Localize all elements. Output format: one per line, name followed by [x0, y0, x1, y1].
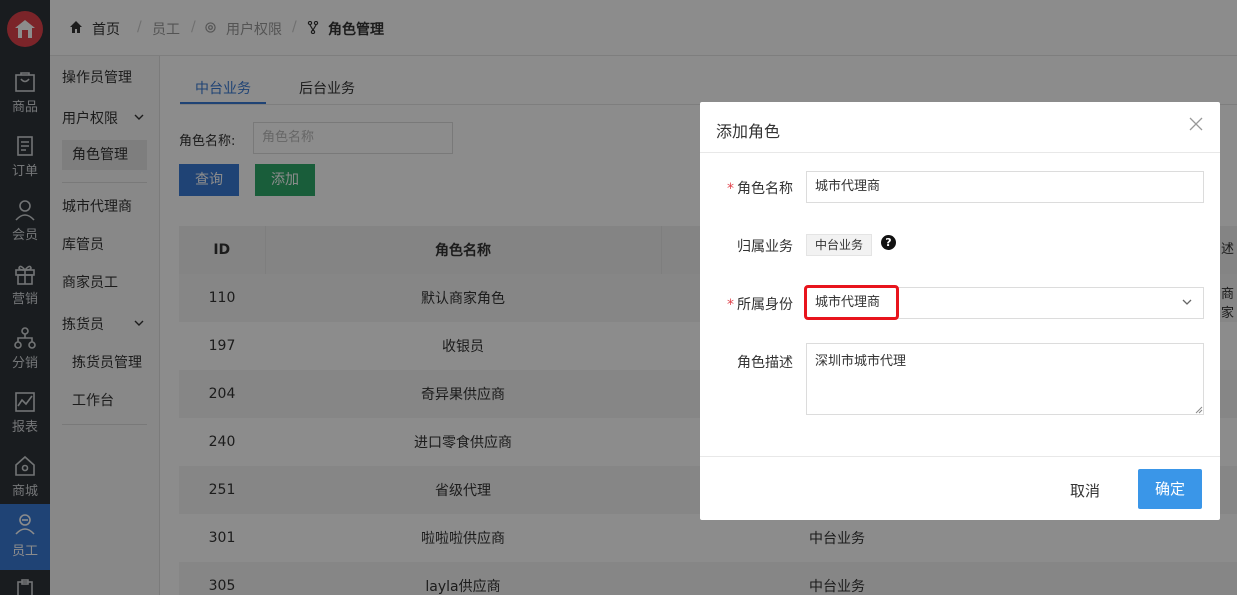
- business-tag: 中台业务: [806, 234, 873, 256]
- description-label: 角色描述: [737, 355, 793, 371]
- add-role-dialog: 添加角色 * 角色名称 城市代理商 归属业务 中台业务 ? * 所属身份 城市代理商…: [700, 102, 1220, 520]
- help-icon[interactable]: ?: [881, 235, 896, 250]
- description-textarea[interactable]: 深圳市城市代理: [806, 343, 1204, 415]
- role-name-input[interactable]: 城市代理商: [806, 171, 1204, 203]
- chevron-down-icon[interactable]: [1182, 297, 1192, 307]
- required-mark: *: [727, 297, 734, 313]
- close-icon[interactable]: [1189, 117, 1203, 131]
- cancel-button[interactable]: 取消: [1070, 480, 1100, 501]
- role-name-label-text: 角色名称: [737, 181, 793, 197]
- role-name-label: * 角色名称: [727, 178, 793, 198]
- confirm-button[interactable]: 确定: [1138, 469, 1202, 509]
- required-mark: *: [727, 181, 734, 197]
- dialog-header-divider: [700, 152, 1220, 153]
- resize-handle-icon[interactable]: [1194, 405, 1203, 414]
- dialog-title: 添加角色: [716, 122, 781, 141]
- identity-label-text: 所属身份: [737, 297, 793, 313]
- highlight-box: [804, 285, 899, 320]
- business-label: 归属业务: [737, 239, 793, 255]
- identity-label: * 所属身份: [727, 294, 793, 314]
- dialog-footer-divider: [700, 456, 1220, 457]
